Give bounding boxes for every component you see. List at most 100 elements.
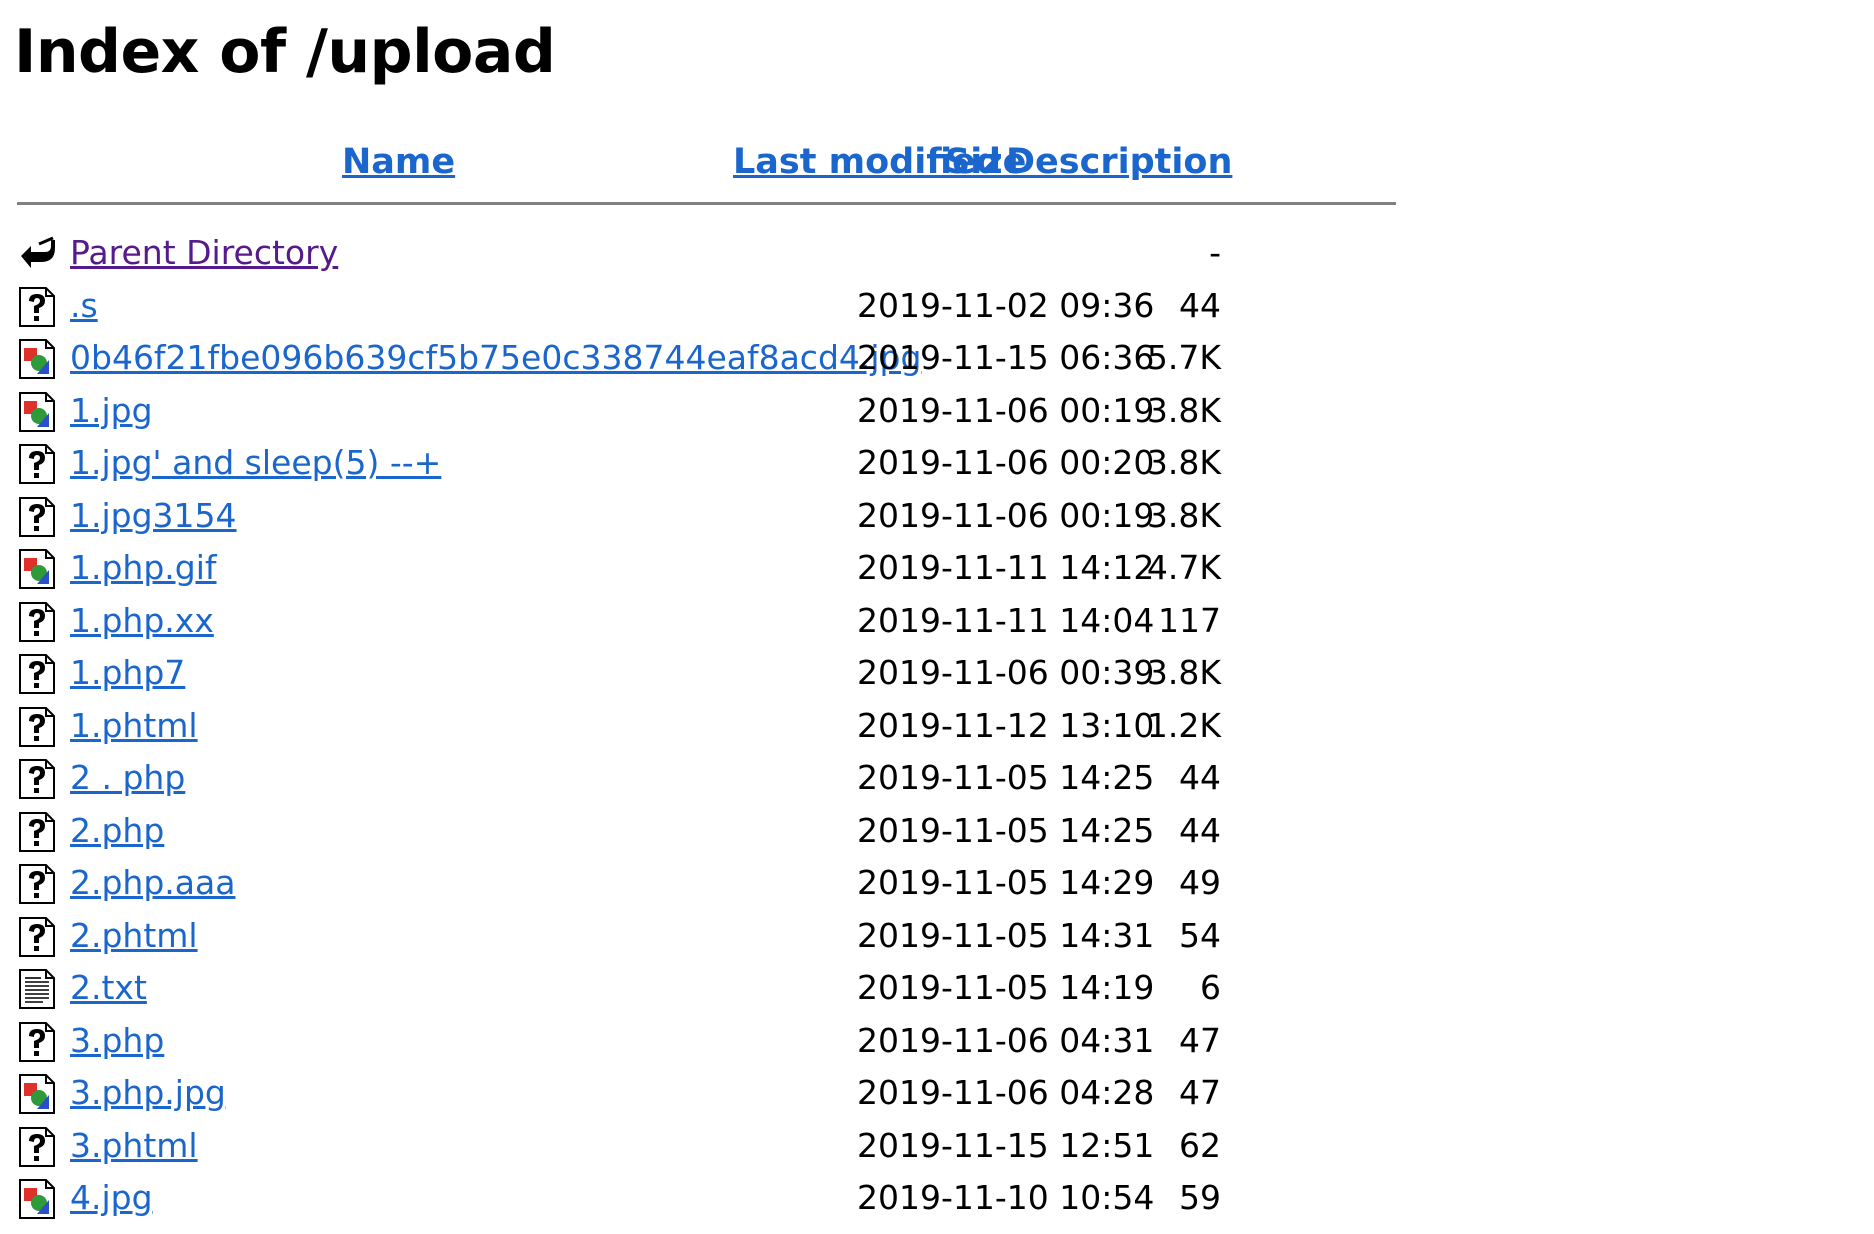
image-file-icon: [17, 391, 57, 432]
last-modified-cell: 2019-11-02 09:36: [857, 285, 1155, 325]
file-row: 3.php 2019-11-06 04:31 47: [17, 1015, 1397, 1068]
file-row: .s 2019-11-02 09:36 44: [17, 280, 1397, 333]
file-link-1-phtml[interactable]: 1.phtml: [70, 700, 198, 752]
file-link-1-php-xx[interactable]: 1.php.xx: [70, 595, 214, 647]
image-file-icon: [17, 549, 57, 589]
size-cell: 4.7K: [1146, 548, 1221, 587]
file-link-1-jpg[interactable]: 1.jpg: [70, 385, 153, 437]
unknown-file-icon: [17, 864, 57, 904]
file-link-3-php-jpg[interactable]: 3.php.jpg: [70, 1067, 226, 1119]
file-row: 1.phtml 2019-11-12 13:10 1.2K: [17, 700, 1397, 753]
file-row: 2.php.aaa 2019-11-05 14:29 49: [17, 857, 1397, 910]
unknown-file-icon: [17, 706, 57, 747]
last-modified-cell: 2019-11-12 13:10: [857, 705, 1155, 745]
last-modified-cell: 2019-11-06 04:28: [857, 1073, 1155, 1112]
size-cell: 6: [1200, 968, 1221, 1007]
last-modified-cell: 2019-11-06 00:39: [857, 653, 1155, 692]
file-link-1-php7[interactable]: 1.php7: [70, 647, 185, 699]
size-cell: 47: [1179, 1020, 1221, 1060]
file-link-2-phtml[interactable]: 2.phtml: [70, 910, 198, 962]
unknown-file-icon: [17, 601, 57, 642]
file-link-0b46f21fbe096b639cf5b75e0c338744eaf8acd4-jpg[interactable]: 0b46f21fbe096b639cf5b75e0c338744eaf8acd4…: [70, 332, 921, 384]
size-cell: 62: [1179, 1125, 1221, 1165]
size-cell: 3.8K: [1146, 653, 1221, 692]
size-cell: -: [1209, 233, 1221, 272]
file-link-2-txt[interactable]: 2.txt: [70, 962, 147, 1014]
unknown-file-icon: [17, 1126, 57, 1167]
size-cell: 3.8K: [1146, 443, 1221, 482]
size-cell: 47: [1179, 1073, 1221, 1112]
file-row: 1.jpg' and sleep(5) --+ 2019-11-06 00:20 3…: [17, 437, 1397, 490]
file-row: 2 . php 2019-11-05 14:25 44: [17, 752, 1397, 805]
file-link-2-php[interactable]: 2 . php: [70, 752, 185, 804]
directory-listing: Name Last modified Size Description Pare…: [17, 140, 1397, 1225]
unknown-file-icon: [17, 444, 57, 484]
parent-directory-row: Parent Directory -: [17, 227, 1397, 280]
size-cell: 49: [1179, 863, 1221, 902]
unknown-file-icon: [17, 916, 57, 957]
file-row: 2.phtml 2019-11-05 14:31 54: [17, 910, 1397, 963]
file-row: 2.php 2019-11-05 14:25 44: [17, 805, 1397, 858]
file-link-s[interactable]: .s: [70, 280, 98, 332]
file-row: 2.txt 2019-11-05 14:19 6: [17, 962, 1397, 1015]
last-modified-cell: 2019-11-06 00:19: [857, 495, 1155, 535]
size-cell: 117: [1158, 600, 1221, 640]
header-divider: [17, 202, 1396, 205]
last-modified-cell: 2019-11-05 14:31: [857, 915, 1155, 955]
size-cell: 54: [1179, 915, 1221, 955]
last-modified-cell: 2019-11-15 12:51: [857, 1125, 1155, 1165]
image-file-icon: [17, 339, 57, 379]
page-title: Index of /upload: [14, 17, 556, 87]
last-modified-cell: 2019-11-15 06:36: [857, 338, 1155, 377]
last-modified-cell: 2019-11-05 14:25: [857, 810, 1155, 850]
file-list: Parent Directory - .s 2019-11-02 09:36 44 0b4…: [17, 227, 1397, 1225]
parent-directory-link[interactable]: Parent Directory: [70, 227, 338, 279]
file-link-3-phtml[interactable]: 3.phtml: [70, 1120, 198, 1172]
column-headers: Name Last modified Size Description: [17, 140, 1397, 202]
unknown-file-icon: [17, 759, 57, 799]
last-modified-cell: 2019-11-10 10:54: [857, 1178, 1155, 1217]
file-row: 3.php.jpg 2019-11-06 04:28 47: [17, 1067, 1397, 1120]
unknown-file-icon: [17, 286, 57, 327]
size-cell: 59: [1179, 1178, 1221, 1217]
size-cell: 1.2K: [1146, 705, 1221, 745]
file-link-1-php-gif[interactable]: 1.php.gif: [70, 542, 217, 594]
last-modified-cell: 2019-11-06 00:20: [857, 443, 1155, 482]
last-modified-cell: 2019-11-06 00:19: [857, 390, 1155, 430]
back-icon: [17, 234, 57, 274]
unknown-file-icon: [17, 1021, 57, 1062]
file-link-3-php[interactable]: 3.php: [70, 1015, 164, 1067]
file-row: 3.phtml 2019-11-15 12:51 62: [17, 1120, 1397, 1173]
last-modified-cell: 2019-11-05 14:25: [857, 758, 1155, 797]
file-row: 1.jpg 2019-11-06 00:19 3.8K: [17, 385, 1397, 438]
file-link-1-jpg-and-sleep-5[interactable]: 1.jpg' and sleep(5) --+: [70, 437, 441, 489]
file-link-4-jpg[interactable]: 4.jpg: [70, 1172, 153, 1224]
size-cell: 5.7K: [1146, 338, 1221, 377]
last-modified-cell: 2019-11-11 14:12: [857, 548, 1155, 587]
text-file-icon: [17, 969, 57, 1009]
file-row: 4.jpg 2019-11-10 10:54 59: [17, 1172, 1397, 1225]
size-cell: 44: [1179, 758, 1221, 797]
sort-by-name-link[interactable]: Name: [342, 140, 455, 184]
sort-by-description-link[interactable]: Description: [1006, 140, 1232, 184]
file-row: 1.php.xx 2019-11-11 14:04 117: [17, 595, 1397, 648]
file-link-2-php-aaa[interactable]: 2.php.aaa: [70, 857, 235, 909]
file-row: 1.jpg3154 2019-11-06 00:19 3.8K: [17, 490, 1397, 543]
unknown-file-icon: [17, 496, 57, 537]
last-modified-cell: 2019-11-11 14:04: [857, 600, 1155, 640]
file-row: 1.php.gif 2019-11-11 14:12 4.7K: [17, 542, 1397, 595]
unknown-file-icon: [17, 654, 57, 694]
file-row: 1.php7 2019-11-06 00:39 3.8K: [17, 647, 1397, 700]
file-link-1-jpg3154[interactable]: 1.jpg3154: [70, 490, 237, 542]
unknown-file-icon: [17, 811, 57, 852]
last-modified-cell: 2019-11-06 04:31: [857, 1020, 1155, 1060]
image-file-icon: [17, 1074, 57, 1114]
file-link-2-php[interactable]: 2.php: [70, 805, 164, 857]
image-file-icon: [17, 1179, 57, 1219]
size-cell: 44: [1179, 285, 1221, 325]
size-cell: 3.8K: [1146, 495, 1221, 535]
file-row: 0b46f21fbe096b639cf5b75e0c338744eaf8acd4…: [17, 332, 1397, 385]
size-cell: 44: [1179, 810, 1221, 850]
last-modified-cell: 2019-11-05 14:19: [857, 968, 1155, 1007]
last-modified-cell: 2019-11-05 14:29: [857, 863, 1155, 902]
